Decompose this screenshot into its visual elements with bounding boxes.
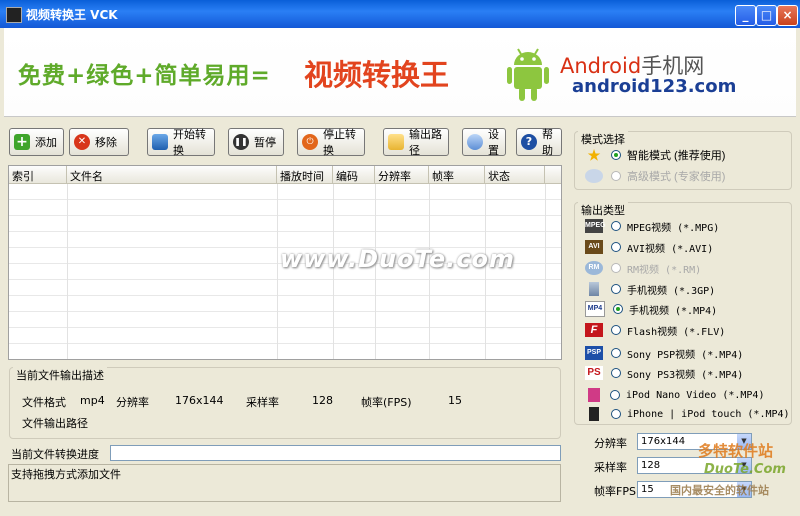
playstation-icon: PS	[585, 366, 603, 380]
file-list-header: 索引 文件名 播放时间 编码 分辨率 帧率 状态	[9, 166, 561, 184]
format-label: 文件格式	[22, 396, 66, 409]
duote-watermark: www.DuoTe.com	[280, 245, 515, 273]
close-button[interactable]: ×	[777, 5, 798, 26]
output-option-flv[interactable]: F Flash视频 (*.FLV)	[585, 321, 725, 339]
start-convert-button[interactable]: 开始转换	[147, 128, 215, 157]
output-radio-mp4-phone[interactable]	[613, 304, 623, 314]
banner-product-name: 视频转换王	[304, 58, 450, 92]
phone-icon	[589, 282, 599, 296]
output-radio-flv[interactable]	[611, 325, 621, 335]
resolution-setting-label: 分辨率	[594, 437, 627, 450]
add-button[interactable]: + 添加	[9, 128, 64, 156]
stop-convert-button[interactable]: ⏻ 停止转换	[297, 128, 365, 157]
smart-mode-option[interactable]: ★ 智能模式 (推荐使用)	[585, 146, 726, 164]
mpeg-icon: MPEG	[585, 219, 606, 233]
android-logo-url: android123.com	[572, 76, 737, 97]
output-option-iphone[interactable]: iPhone | iPod touch (*.MP4)	[585, 405, 790, 423]
expert-mode-option[interactable]: 高级模式 (专家使用)	[585, 167, 725, 185]
fps-value: 15	[448, 394, 462, 407]
progress-label: 当前文件转换进度	[11, 448, 99, 461]
android-robot-icon	[507, 48, 549, 101]
column-header-duration[interactable]: 播放时间	[277, 166, 333, 183]
output-option-rm[interactable]: RM RM视频 (*.RM)	[585, 259, 701, 277]
app-icon	[6, 7, 22, 23]
output-path-label: 文件输出路径	[22, 417, 88, 430]
column-header-resolution[interactable]: 分辨率	[375, 166, 429, 183]
output-option-ps3[interactable]: PS Sony PS3视频 (*.MP4)	[585, 364, 743, 382]
status-text: 支持拖拽方式添加文件	[11, 468, 121, 481]
column-header-filename[interactable]: 文件名	[67, 166, 277, 183]
convert-icon	[152, 134, 168, 150]
expert-mode-radio[interactable]	[611, 171, 621, 181]
resolution-label: 分辨率	[116, 396, 149, 409]
output-path-button[interactable]: 输出路径	[383, 128, 449, 157]
sample-rate-label: 采样率	[246, 396, 279, 409]
column-header-index[interactable]: 索引	[9, 166, 67, 183]
flash-icon: F	[585, 323, 603, 337]
output-option-3gp[interactable]: 手机视频 (*.3GP)	[585, 280, 715, 298]
output-radio-rm[interactable]	[611, 263, 621, 273]
realmedia-icon: RM	[585, 261, 603, 275]
format-value: mp4	[80, 394, 105, 407]
pause-icon: ❚❚	[233, 134, 249, 150]
plus-icon: +	[14, 134, 30, 150]
iphone-icon	[589, 407, 599, 421]
output-radio-iphone[interactable]	[611, 409, 621, 419]
output-option-psp[interactable]: PSP Sony PSP视频 (*.MP4)	[585, 344, 743, 362]
title-bar: 视频转换王 VCK _ □ ×	[0, 0, 800, 28]
output-description-title: 当前文件输出描述	[13, 367, 107, 383]
avi-icon: AVI	[585, 240, 603, 254]
folder-icon	[388, 134, 404, 150]
output-type-title: 输出类型	[578, 202, 628, 218]
pause-button[interactable]: ❚❚ 暂停	[228, 128, 284, 156]
maximize-button[interactable]: □	[756, 5, 777, 26]
column-header-framerate[interactable]: 帧率	[429, 166, 485, 183]
star-icon: ★	[587, 147, 601, 163]
output-option-mp4-phone[interactable]: MP4 手机视频 (*.MP4)	[585, 300, 717, 318]
output-option-ipod-nano[interactable]: iPod Nano Video (*.MP4)	[585, 386, 764, 404]
output-radio-psp[interactable]	[611, 348, 621, 358]
conversion-progress-bar	[110, 445, 561, 461]
psp-icon: PSP	[585, 346, 603, 360]
status-bar: 支持拖拽方式添加文件	[8, 464, 561, 502]
ipod-nano-icon	[588, 388, 600, 402]
mp4-icon: MP4	[585, 301, 605, 317]
output-option-avi[interactable]: AVI AVI视频 (*.AVI)	[585, 238, 713, 256]
expert-icon	[585, 169, 603, 183]
resolution-value: 176x144	[175, 394, 224, 407]
settings-button[interactable]: 设置	[462, 128, 506, 157]
banner-slogan: 免费+绿色+简单易用=	[18, 63, 271, 89]
gear-icon	[467, 134, 483, 150]
help-button[interactable]: ? 帮助	[516, 128, 562, 157]
mode-select-title: 模式选择	[578, 131, 628, 147]
remove-button[interactable]: ✕ 移除	[69, 128, 129, 156]
smart-mode-radio[interactable]	[611, 150, 621, 160]
output-radio-mpg[interactable]	[611, 221, 621, 231]
fps-setting-label: 帧率FPS	[594, 485, 636, 498]
window-title: 视频转换王 VCK	[26, 8, 118, 22]
output-radio-avi[interactable]	[611, 242, 621, 252]
output-option-mpg[interactable]: MPEG MPEG视频 (*.MPG)	[585, 217, 719, 235]
output-radio-3gp[interactable]	[611, 284, 621, 294]
fps-label: 帧率(FPS)	[361, 396, 412, 409]
banner: 免费+绿色+简单易用= 视频转换王 Android手机网 android123.…	[4, 28, 796, 117]
sample-rate-setting-label: 采样率	[594, 461, 627, 474]
remove-icon: ✕	[74, 134, 90, 150]
help-icon: ?	[521, 134, 537, 150]
sample-rate-value: 128	[312, 394, 333, 407]
power-icon: ⏻	[302, 134, 318, 150]
column-header-codec[interactable]: 编码	[333, 166, 375, 183]
minimize-button[interactable]: _	[735, 5, 756, 26]
output-description-group: 当前文件输出描述 文件格式 mp4 分辨率 176x144 采样率 128 帧率…	[9, 367, 561, 439]
output-radio-ps3[interactable]	[611, 368, 621, 378]
column-header-status[interactable]: 状态	[485, 166, 545, 183]
output-radio-ipod-nano[interactable]	[610, 390, 620, 400]
scrollbar-corner	[545, 166, 561, 183]
duote-corner-watermark: 多特软件站 DuoTe.Com 国内最安全的软件站	[670, 442, 786, 497]
